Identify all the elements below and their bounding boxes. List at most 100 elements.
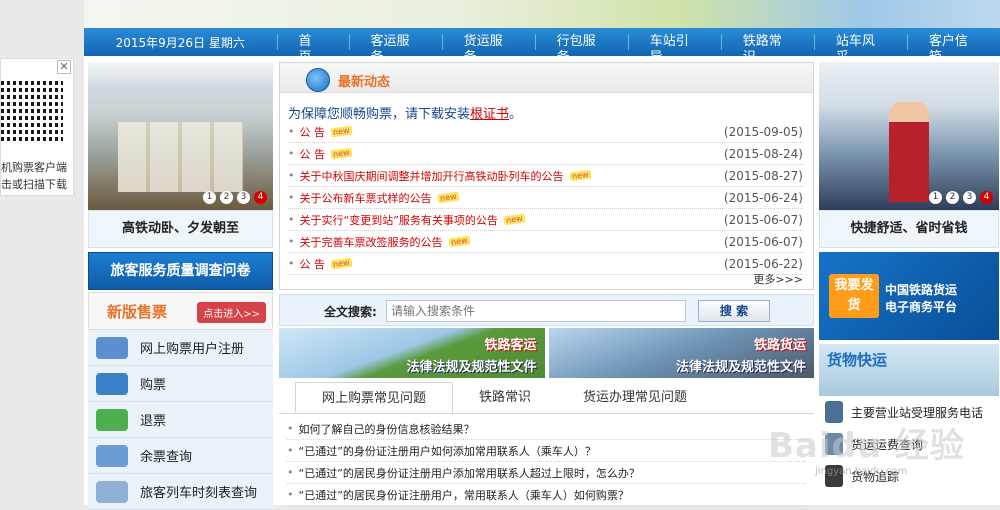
faq-item[interactable]: “已通过”的身份证注册用户如何添加常用联系人（乘车人）？ — [287, 440, 806, 462]
cargo-line: 电子商务平台 — [885, 300, 958, 314]
pager-dot-active[interactable]: 4 — [254, 191, 267, 204]
search-bar: 全文搜索: 搜 索 — [279, 294, 814, 326]
banner-title: 铁路货运 — [753, 338, 806, 353]
new-badge-icon: new — [447, 235, 470, 248]
new-badge-icon: new — [436, 191, 459, 204]
news-list: 公 告 new (2015-09-05) 公 告 new (2015-08-24) 关于… — [288, 121, 803, 275]
attendant-photo[interactable]: 1 2 3 4 — [819, 62, 999, 210]
pager-dot[interactable]: 2 — [220, 191, 233, 204]
qr-code-image[interactable] — [1, 79, 63, 141]
new-badge-icon: new — [330, 125, 353, 138]
banner-title: 铁路客运 — [484, 338, 537, 353]
pager-dot[interactable]: 1 — [929, 191, 942, 204]
news-header: 最新动态 — [280, 63, 813, 93]
slide-caption[interactable]: 快捷舒适、省时省钱 — [819, 210, 999, 248]
qr-caption-line: 机购票客户端 — [1, 161, 67, 174]
notice-suffix: 。 — [509, 107, 523, 122]
new-badge-icon: new — [503, 213, 525, 226]
news-item-title[interactable]: 公 告 — [300, 256, 326, 272]
news-item-date: (2015-08-24) — [723, 146, 803, 161]
express-freight-banner[interactable]: 货物快运 — [819, 344, 999, 396]
news-item[interactable]: 关于完善车票改签服务的公告 new (2015-06-07) — [288, 231, 803, 253]
news-item[interactable]: 关于中秋国庆期间调整并增加开行高铁动卧列车的公告 new (2015-08-27) — [288, 165, 803, 187]
current-date: 2015年9月26日 星期六 — [115, 35, 245, 50]
left-column: 1 2 3 4 高铁动卧、夕发朝至 旅客服务质量调查问卷 新版售票 点击进入>>… — [88, 62, 273, 510]
news-panel: 最新动态 为保障您顺畅购票，请下载安装根证书。 公 告 new (2015-09-0… — [279, 62, 814, 290]
nav-item-station-guide[interactable]: 车站引导 — [627, 34, 721, 65]
train-interior-photo[interactable]: 1 2 3 4 — [88, 62, 273, 210]
more-link[interactable]: 更多>>> — [753, 271, 803, 287]
pager-dot-active[interactable]: 4 — [980, 191, 993, 204]
search-input[interactable] — [386, 300, 686, 322]
news-item-title[interactable]: 公 告 — [300, 124, 326, 140]
pager-dot[interactable]: 2 — [946, 191, 959, 204]
tab-railway-knowledge[interactable]: 铁路常识 — [453, 382, 557, 413]
freight-law-banner[interactable]: 铁路货运 法律法规及规范性文件 — [548, 328, 814, 378]
baidu-watermark-url: jingyan.baidu.com — [815, 466, 908, 477]
news-item-date: (2015-06-22) — [723, 256, 803, 271]
news-item-date: (2015-06-07) — [723, 234, 803, 249]
news-item[interactable]: 公 告 new (2015-06-22) — [288, 253, 803, 275]
news-item-title[interactable]: 公 告 — [300, 146, 326, 162]
enter-button[interactable]: 点击进入>> — [197, 302, 266, 323]
news-item[interactable]: 公 告 new (2015-08-24) — [288, 143, 803, 165]
faq-tabs: 网上购票常见问题 铁路常识 货运办理常见问题 — [279, 382, 814, 414]
nav-item-luggage[interactable]: 行包服务 — [534, 34, 628, 65]
nav-item-showcase[interactable]: 站车风采 — [813, 34, 907, 65]
new-ticket-banner[interactable]: 新版售票 点击进入>> — [88, 292, 273, 330]
notice-text: 为保障您顺畅购票，请下载安装 — [288, 107, 471, 122]
tab-online-ticket-faq[interactable]: 网上购票常见问题 — [295, 382, 454, 413]
menu-item-buy[interactable]: 购票 — [88, 366, 273, 402]
news-item-date: (2015-06-24) — [723, 190, 803, 205]
menu-item-refund[interactable]: 退票 — [88, 402, 273, 438]
slide-caption[interactable]: 高铁动卧、夕发朝至 — [88, 210, 273, 248]
nav-item-home[interactable]: 首 页 — [276, 34, 349, 65]
faq-item[interactable]: “已通过”的居民身份证注册用户添加常用联系人超过上限时，怎么办？ — [287, 462, 806, 484]
survey-banner[interactable]: 旅客服务质量调查问卷 — [88, 252, 273, 290]
news-item-title[interactable]: 关于中秋国庆期间调整并增加开行高铁动卧列车的公告 — [300, 168, 564, 184]
news-item-title[interactable]: 关于公布新车票式样的公告 — [300, 190, 432, 206]
new-badge-icon: new — [330, 147, 353, 160]
cargo-ecommerce-banner[interactable]: 我要发货 中国铁路货运 电子商务平台 — [819, 252, 999, 340]
menu-item-register[interactable]: 网上购票用户注册 — [88, 330, 273, 366]
new-badge-icon: new — [330, 257, 353, 270]
slideshow-pager: 1 2 3 4 — [203, 191, 267, 204]
menu-item-remaining[interactable]: 余票查询 — [88, 438, 273, 474]
news-item[interactable]: 公 告 new (2015-09-05) — [288, 121, 803, 143]
slideshow-pager: 1 2 3 4 — [929, 191, 993, 204]
root-cert-link[interactable]: 根证书 — [470, 107, 509, 122]
baidu-watermark: Baidu 经验 — [768, 426, 965, 466]
pager-dot[interactable]: 1 — [203, 191, 216, 204]
new-badge-icon: new — [568, 169, 591, 182]
news-item[interactable]: 关于公布新车票式样的公告 new (2015-06-24) — [288, 187, 803, 209]
news-item[interactable]: 关于实行“变更到站”服务有关事项的公告 new (2015-06-07) — [288, 209, 803, 231]
tab-freight-faq[interactable]: 货运办理常见问题 — [557, 382, 713, 413]
keyboard-icon — [96, 444, 128, 467]
menu-label: 退票 — [140, 414, 167, 429]
cargo-banner-text: 中国铁路货运 电子商务平台 — [885, 282, 957, 316]
news-title: 最新动态 — [338, 75, 391, 90]
ticket-menu: 网上购票用户注册 购票 退票 余票查询 旅客列车时刻表查询 — [88, 330, 273, 510]
nav-item-mailbox[interactable]: 客户信箱 — [906, 34, 1000, 65]
passenger-law-banner[interactable]: 铁路客运 法律法规及规范性文件 — [279, 328, 545, 378]
menu-label: 旅客列车时刻表查询 — [140, 486, 258, 501]
faq-item[interactable]: “已通过”的居民身份证注册用户，常用联系人（乘车人）如何购票？ — [287, 484, 806, 506]
banner-subtitle: 法律法规及规范性文件 — [675, 360, 806, 375]
news-item-title[interactable]: 关于完善车票改签服务的公告 — [300, 234, 443, 250]
news-item-title[interactable]: 关于实行“变更到站”服务有关事项的公告 — [300, 212, 498, 228]
qr-download-panel: ✕ 机购票客户端 击或扫描下载 — [0, 58, 74, 196]
user-register-icon — [96, 336, 128, 359]
header-banner — [84, 0, 1000, 28]
nav-item-railway-knowledge[interactable]: 铁路常识 — [720, 34, 814, 65]
search-label: 全文搜索: — [324, 305, 377, 319]
close-icon[interactable]: ✕ — [57, 60, 71, 74]
cert-notice: 为保障您顺畅购票，请下载安装根证书。 — [288, 103, 522, 122]
nav-item-freight[interactable]: 货运服务 — [441, 34, 535, 65]
express-title: 货物快运 — [827, 351, 888, 369]
nav-item-passenger[interactable]: 客运服务 — [348, 34, 442, 65]
pager-dot[interactable]: 3 — [237, 191, 250, 204]
menu-label: 余票查询 — [140, 450, 193, 465]
search-button[interactable]: 搜 索 — [698, 300, 770, 322]
faq-item[interactable]: 如何了解自己的身份信息核验结果？ — [287, 418, 806, 440]
pager-dot[interactable]: 3 — [963, 191, 976, 204]
